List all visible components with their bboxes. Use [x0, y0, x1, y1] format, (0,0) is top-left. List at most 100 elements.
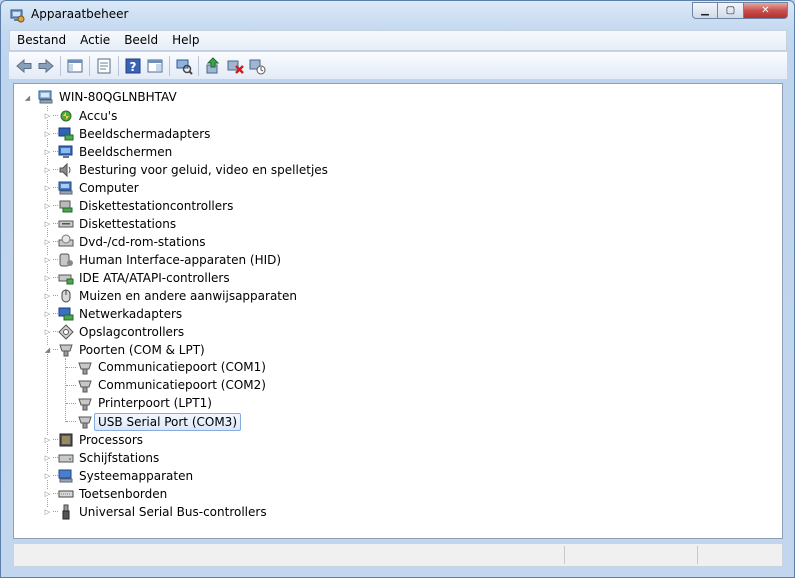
- tree-item-label[interactable]: Communicatiepoort (COM1): [98, 359, 266, 375]
- tree-item-label[interactable]: Processors: [79, 432, 143, 448]
- toolbar: ?: [9, 52, 787, 79]
- title-bar[interactable]: Apparaatbeheer ▁ ▢ ✕: [1, 1, 794, 29]
- tree-item-label[interactable]: Diskettestations: [79, 216, 176, 232]
- show-hide-console-tree-button[interactable]: [64, 55, 86, 77]
- forward-button[interactable]: [35, 55, 57, 77]
- toolbar-separator: [169, 55, 170, 76]
- update-driver-button[interactable]: [202, 55, 224, 77]
- expand-toggle[interactable]: ▷: [43, 273, 52, 282]
- disk-drive-icon: [58, 454, 74, 463]
- tree-item-label[interactable]: Netwerkadapters: [79, 306, 182, 322]
- tree-item-label[interactable]: Schijfstations: [79, 450, 159, 466]
- computer-root-icon: [38, 90, 53, 104]
- collapse-toggle[interactable]: ◢: [43, 345, 52, 354]
- expand-toggle[interactable]: ▷: [43, 453, 52, 462]
- expand-toggle[interactable]: ▷: [43, 435, 52, 444]
- expand-toggle[interactable]: ▷: [43, 507, 52, 516]
- menu-beeld[interactable]: Beeld: [117, 31, 165, 50]
- expand-toggle[interactable]: ▷: [43, 309, 52, 318]
- keyboard-icon: [58, 490, 74, 498]
- tree-item-label[interactable]: Dvd-/cd-rom-stations: [79, 234, 205, 250]
- tree-item-label[interactable]: Beeldschermadapters: [79, 126, 210, 142]
- tree-item-label[interactable]: Opslagcontrollers: [79, 324, 184, 340]
- scan-hardware-button[interactable]: [173, 55, 195, 77]
- expand-toggle[interactable]: ▷: [43, 129, 52, 138]
- tree-item-label[interactable]: Systeemapparaten: [79, 468, 193, 484]
- minimize-icon: ▁: [701, 5, 709, 16]
- mouse-icon: [61, 289, 71, 303]
- tree-item-label[interactable]: Beeldschermen: [79, 144, 172, 160]
- expand-toggle[interactable]: ▷: [43, 183, 52, 192]
- port-icon: [78, 380, 92, 393]
- expand-toggle[interactable]: ▷: [43, 111, 52, 120]
- forward-icon: [38, 58, 54, 73]
- tree-guide-line: [66, 367, 76, 368]
- show-hide-console-tree-icon: [67, 59, 83, 72]
- tree-item-label[interactable]: Universal Serial Bus-controllers: [79, 504, 267, 520]
- properties-button[interactable]: [93, 55, 115, 77]
- expand-toggle[interactable]: ▷: [43, 219, 52, 228]
- help-button[interactable]: ?: [122, 55, 144, 77]
- expand-toggle[interactable]: ▷: [43, 147, 52, 156]
- menu-bestand[interactable]: Bestand: [10, 31, 73, 50]
- hid-icon: [59, 253, 73, 267]
- tree-item-label[interactable]: IDE ATA/ATAPI-controllers: [79, 270, 230, 286]
- close-button[interactable]: ✕: [744, 2, 788, 19]
- expand-toggle[interactable]: ▷: [43, 165, 52, 174]
- tree-item-label[interactable]: Muizen en andere aanwijsapparaten: [79, 288, 297, 304]
- tree-item-label[interactable]: Toetsenborden: [79, 486, 167, 502]
- uninstall-icon: [227, 60, 244, 74]
- tree-item-label[interactable]: Computer: [79, 180, 139, 196]
- menu-actie[interactable]: Actie: [73, 31, 117, 50]
- maximize-button[interactable]: ▢: [718, 2, 744, 19]
- window-title: Apparaatbeheer: [31, 7, 129, 21]
- expand-toggle[interactable]: ▷: [43, 327, 52, 336]
- processor-icon: [59, 433, 73, 447]
- tree-guide-line: [66, 385, 76, 386]
- expand-toggle[interactable]: ▷: [43, 201, 52, 210]
- floppy-drive-icon: [58, 220, 74, 228]
- tree-item-label[interactable]: Human Interface-apparaten (HID): [79, 252, 281, 268]
- floppy-controller-icon: [59, 200, 73, 213]
- tree-root-label[interactable]: WIN-80QGLNBHTAV: [59, 89, 177, 105]
- tree-item-label[interactable]: Communicatiepoort (COM2): [98, 377, 266, 393]
- display-adapter-icon: [58, 127, 74, 141]
- storage-controller-icon: [58, 324, 74, 340]
- port-icon: [59, 344, 73, 357]
- tree-item-label[interactable]: Besturing voor geluid, video en spelletj…: [79, 162, 328, 178]
- device-tree[interactable]: ◢ WIN-80QGLNBHTAV ▷ Accu's ▷ Beeldschermada…: [13, 83, 783, 539]
- expand-toggle[interactable]: ▷: [43, 291, 52, 300]
- back-button[interactable]: [13, 55, 35, 77]
- disable-button[interactable]: [246, 55, 268, 77]
- back-icon: [16, 58, 32, 73]
- expand-toggle[interactable]: ▷: [43, 489, 52, 498]
- scan-hardware-icon: [176, 59, 193, 75]
- uninstall-button[interactable]: [224, 55, 246, 77]
- port-icon: [78, 416, 92, 429]
- view-button[interactable]: [144, 55, 166, 77]
- toolbar-separator: [118, 55, 119, 76]
- properties-icon: [97, 58, 111, 73]
- monitor-icon: [58, 145, 73, 158]
- device-manager-window: Apparaatbeheer ▁ ▢ ✕ Bestand Actie Beeld…: [0, 0, 795, 578]
- expand-toggle[interactable]: ▷: [43, 255, 52, 264]
- menu-help[interactable]: Help: [165, 31, 206, 50]
- svg-text:?: ?: [130, 60, 137, 74]
- port-icon: [78, 362, 92, 375]
- tree-item-label[interactable]: Poorten (COM & LPT): [79, 342, 205, 358]
- tree-item-label[interactable]: Accu's: [79, 108, 117, 124]
- network-adapter-icon: [58, 307, 74, 321]
- expand-toggle[interactable]: ▷: [43, 471, 52, 480]
- tree-item-label[interactable]: Printerpoort (LPT1): [98, 395, 212, 411]
- minimize-button[interactable]: ▁: [692, 2, 718, 19]
- usb-icon: [62, 504, 70, 520]
- update-driver-icon: [206, 56, 220, 73]
- tree-guide-line: [66, 403, 76, 404]
- collapse-toggle[interactable]: ◢: [23, 93, 32, 102]
- expand-toggle[interactable]: ▷: [43, 237, 52, 246]
- toolbar-separator: [89, 55, 90, 76]
- tree-item-label-selected[interactable]: USB Serial Port (COM3): [94, 413, 241, 431]
- toolbar-separator: [60, 55, 61, 76]
- tree-item-label[interactable]: Diskettestationcontrollers: [79, 198, 233, 214]
- maximize-icon: ▢: [725, 5, 736, 16]
